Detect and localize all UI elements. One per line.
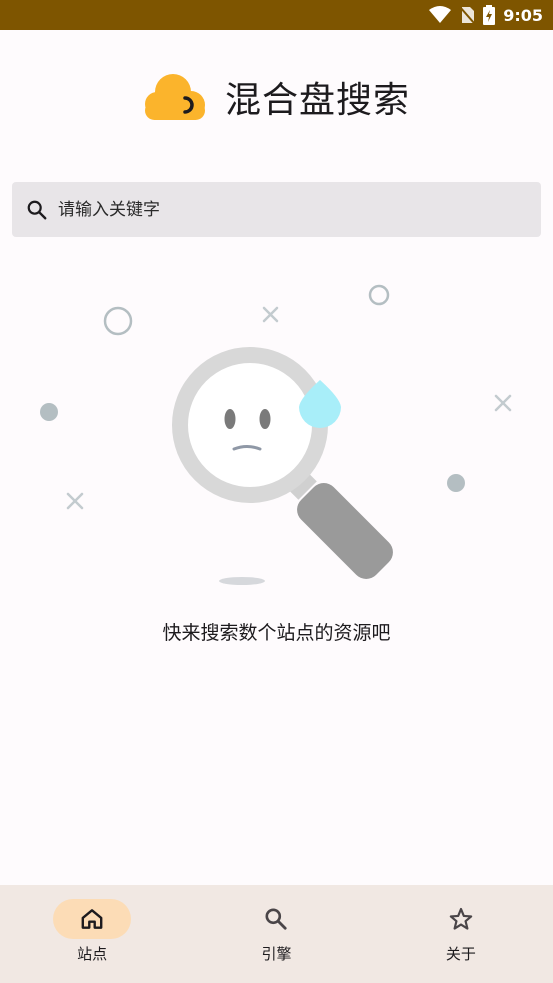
app-header: 混合盘搜索 xyxy=(0,66,553,128)
nav-item-about[interactable]: 关于 xyxy=(369,885,553,983)
star-icon xyxy=(449,907,473,930)
magnifier-ring xyxy=(172,347,328,503)
decor-cross xyxy=(262,306,279,323)
shadow xyxy=(219,577,265,585)
nav-label: 站点 xyxy=(77,945,108,963)
decor-cross xyxy=(66,492,84,510)
nav-active-indicator xyxy=(53,899,132,939)
search-icon xyxy=(27,200,47,219)
bottom-navigation: 站点 引擎 关于 xyxy=(0,885,553,983)
page-title: 混合盘搜索 xyxy=(224,80,410,121)
nav-item-sites[interactable]: 站点 xyxy=(0,885,184,983)
decor-dot xyxy=(40,403,58,421)
decor-dot xyxy=(447,474,465,492)
decor-ring xyxy=(368,284,390,306)
empty-state-message: 快来搜索数个站点的资源吧 xyxy=(162,622,391,644)
eye-right xyxy=(259,409,271,429)
search-icon xyxy=(265,908,288,930)
nav-item-engines[interactable]: 引擎 xyxy=(184,885,368,983)
wifi-icon xyxy=(429,6,452,23)
decor-ring xyxy=(103,306,133,336)
magnifier-handle xyxy=(297,483,393,579)
search-bar[interactable] xyxy=(12,182,541,237)
empty-search-illustration xyxy=(40,284,512,585)
decor-cross xyxy=(494,394,512,412)
home-icon xyxy=(81,909,103,929)
nav-label: 关于 xyxy=(445,945,476,963)
status-bar: 9:05 xyxy=(0,0,553,30)
eye-left xyxy=(224,409,236,429)
battery-charging-icon xyxy=(483,5,496,25)
status-time: 9:05 xyxy=(503,5,543,25)
search-input[interactable] xyxy=(58,199,498,220)
nav-label: 引擎 xyxy=(261,945,292,963)
no-sim-icon xyxy=(459,6,475,24)
cloud-logo-icon xyxy=(144,74,205,120)
